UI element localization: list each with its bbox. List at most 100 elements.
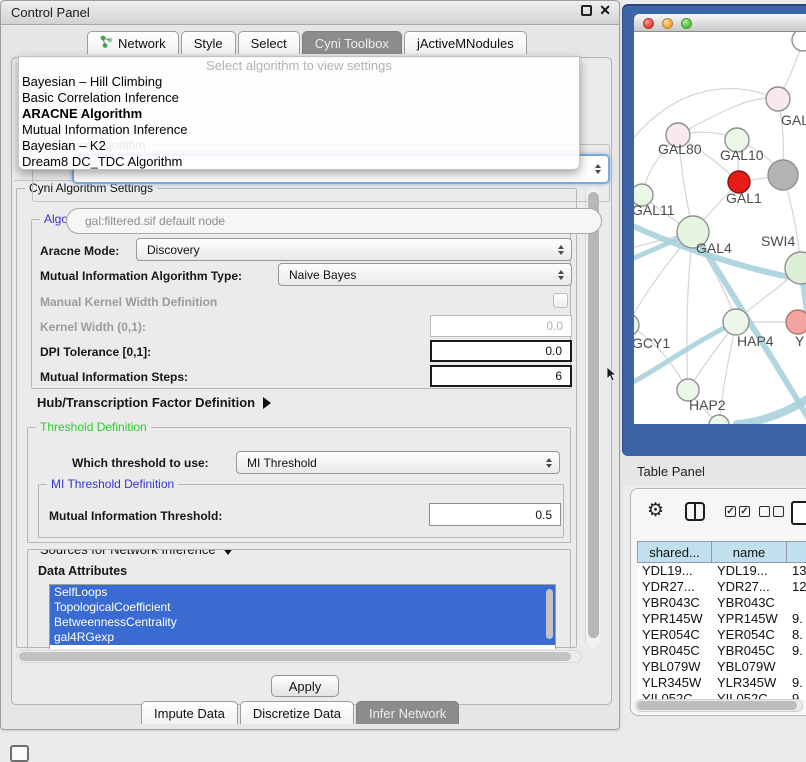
- column-header-extra[interactable]: [787, 541, 806, 563]
- tab-select[interactable]: Select: [238, 31, 300, 54]
- close-panel-icon[interactable]: ✕: [599, 5, 611, 16]
- table-row[interactable]: YLR345WYLR345W9.: [637, 675, 806, 691]
- column-header-shared[interactable]: shared...: [637, 541, 712, 563]
- mi-threshold-input[interactable]: 0.5: [429, 503, 561, 526]
- table-row[interactable]: YIL052CYIL052C9: [637, 691, 806, 699]
- algorithm-option-aracne-algorithm[interactable]: ARACNE Algorithm: [19, 106, 579, 122]
- collapsed-panel-icon[interactable]: [10, 745, 29, 762]
- bottom-tabbar: Impute DataDiscretize DataInfer Network: [141, 701, 461, 725]
- bottom-tab-discretize-data[interactable]: Discretize Data: [240, 701, 354, 724]
- network-node-hap4[interactable]: [723, 309, 749, 335]
- gear-icon[interactable]: ⚙: [647, 500, 664, 522]
- aracne-mode-value: Discovery: [147, 243, 200, 257]
- network-node-y[interactable]: [786, 310, 806, 334]
- table-row[interactable]: YBR043CYBR043C: [637, 595, 806, 611]
- vertical-scrollbar-thumb[interactable]: [588, 192, 599, 638]
- table-header-row: shared...name: [637, 541, 806, 563]
- table-scrollbar-thumb[interactable]: [637, 701, 797, 710]
- node-label: SWI4: [761, 233, 795, 249]
- table-cell: YER054C: [637, 627, 712, 643]
- node-label: GAL11: [634, 202, 675, 218]
- kernel-width-value: 0.0: [546, 319, 563, 333]
- attribute-item-betweennesscentrality[interactable]: BetweennessCentrality: [50, 615, 555, 630]
- table-row[interactable]: YBR045CYBR045C9.: [637, 643, 806, 659]
- table-cell: YLR345W: [637, 675, 712, 691]
- horizontal-scrollbar-thumb[interactable]: [19, 652, 571, 661]
- float-panel-icon[interactable]: [581, 5, 592, 16]
- apply-button[interactable]: Apply: [271, 675, 339, 697]
- close-traffic-light-icon[interactable]: [643, 18, 654, 29]
- attribute-item-gal4rgexp[interactable]: gal4RGexp: [50, 630, 555, 645]
- settings-vertical-scrollbar[interactable]: [585, 188, 600, 648]
- deselect-all-columns-icon[interactable]: [759, 506, 784, 517]
- which-threshold-label: Which threshold to use:: [72, 456, 209, 470]
- table-row[interactable]: YDR27...YDR27...12: [637, 579, 806, 595]
- zoom-traffic-light-icon[interactable]: [681, 18, 692, 29]
- mi-type-combo[interactable]: Naive Bayes: [278, 263, 572, 286]
- network-table-combo[interactable]: gal:filtered.sif default node: [66, 208, 602, 234]
- tab-label: Style: [194, 36, 223, 51]
- network-node-gcy1[interactable]: [634, 314, 639, 336]
- minimize-traffic-light-icon[interactable]: [662, 18, 673, 29]
- algorithm-option-dream8-dc-tdc-algorithm[interactable]: Dream8 DC_TDC Algorithm: [19, 154, 579, 170]
- network-node-gal[interactable]: [766, 87, 790, 111]
- table-cell: [787, 659, 806, 675]
- network-node[interactable]: [768, 160, 798, 190]
- algorithm-option-bayesian-k2[interactable]: Bayesian – K2: [19, 138, 579, 154]
- algorithm-option-mutual-information-inference[interactable]: Mutual Information Inference: [19, 122, 579, 138]
- tab-style[interactable]: Style: [181, 31, 236, 54]
- table-cell: 8.: [787, 627, 806, 643]
- which-threshold-combo[interactable]: MI Threshold: [236, 451, 560, 474]
- table-cell: YBR043C: [637, 595, 712, 611]
- table-horizontal-scrollbar[interactable]: [635, 699, 803, 712]
- mi-threshold-group-title: MI Threshold Definition: [47, 477, 178, 491]
- node-label: GAL4: [696, 240, 732, 256]
- attribute-item-selfloops[interactable]: SelfLoops: [50, 585, 555, 600]
- list-scrollbar-thumb[interactable]: [546, 589, 553, 639]
- tab-cyni-toolbox[interactable]: Cyni Toolbox: [302, 31, 402, 54]
- apply-button-label: Apply: [289, 679, 322, 694]
- table-row[interactable]: YPR145WYPR145W9.: [637, 611, 806, 627]
- tab-network[interactable]: Network: [87, 31, 179, 54]
- network-view-frame[interactable]: GALGAL80GAL10GAL1GAL11GAL4SWI4HAP4YGCY1H…: [622, 4, 806, 456]
- tab-jactivemnodules[interactable]: jActiveMNodules: [404, 31, 527, 54]
- manual-kernel-checkbox[interactable]: [553, 293, 568, 308]
- node-label: GAL1: [726, 190, 762, 206]
- column-header-name[interactable]: name: [712, 541, 787, 563]
- select-all-columns-icon[interactable]: ✓✓: [725, 506, 750, 517]
- table-row[interactable]: YBL079WYBL079W: [637, 659, 806, 675]
- mi-steps-label: Mutual Information Steps:: [40, 370, 188, 384]
- table-cell: YIL052C: [712, 691, 787, 699]
- hub-definition-toggle[interactable]: Hub/Transcription Factor Definition: [37, 395, 271, 410]
- dpi-tolerance-input[interactable]: 0.0: [430, 340, 572, 362]
- sources-group-title[interactable]: Sources for Network Inference: [36, 549, 238, 557]
- network-edge-highlighted: [634, 322, 736, 387]
- table-cell: 9: [787, 691, 806, 699]
- settings-horizontal-scrollbar[interactable]: [16, 650, 582, 663]
- attribute-item-topologicalcoefficient[interactable]: TopologicalCoefficient: [50, 600, 555, 615]
- kernel-width-input[interactable]: 0.0: [430, 315, 572, 337]
- bottom-tab-impute-data[interactable]: Impute Data: [141, 701, 238, 724]
- bottom-tab-infer-network[interactable]: Infer Network: [356, 701, 459, 724]
- split-columns-icon[interactable]: [685, 502, 705, 521]
- network-node[interactable]: [792, 32, 806, 51]
- algorithm-options: Bayesian – Hill ClimbingBasic Correlatio…: [19, 74, 579, 170]
- kernel-width-label: Kernel Width (0,1):: [40, 320, 146, 334]
- table-toolbar: ⚙ ✓✓: [631, 499, 806, 529]
- table-cell: YER054C: [712, 627, 787, 643]
- table-row[interactable]: YDL19...YDL19...13: [637, 563, 806, 579]
- aracne-mode-combo[interactable]: Discovery: [136, 238, 572, 261]
- mi-steps-input[interactable]: 6: [430, 365, 572, 387]
- network-canvas[interactable]: GALGAL80GAL10GAL1GAL11GAL4SWI4HAP4YGCY1H…: [634, 32, 806, 424]
- algorithm-option-bayesian-hill-climbing[interactable]: Bayesian – Hill Climbing: [19, 74, 579, 90]
- network-node[interactable]: [709, 415, 729, 424]
- algorithm-option-basic-correlation-inference[interactable]: Basic Correlation Inference: [19, 90, 579, 106]
- table-cell: YBR045C: [712, 643, 787, 659]
- new-table-icon[interactable]: [791, 501, 806, 525]
- network-graph: GALGAL80GAL10GAL1GAL11GAL4SWI4HAP4YGCY1H…: [634, 32, 806, 424]
- algorithm-definition-group: Algorithm Definition Aracne Mode: Discov…: [31, 219, 571, 389]
- node-label: HAP2: [689, 397, 726, 413]
- dpi-tolerance-label: DPI Tolerance [0,1]:: [40, 345, 151, 359]
- mouse-cursor: [606, 367, 618, 388]
- table-row[interactable]: YER054CYER054C8.: [637, 627, 806, 643]
